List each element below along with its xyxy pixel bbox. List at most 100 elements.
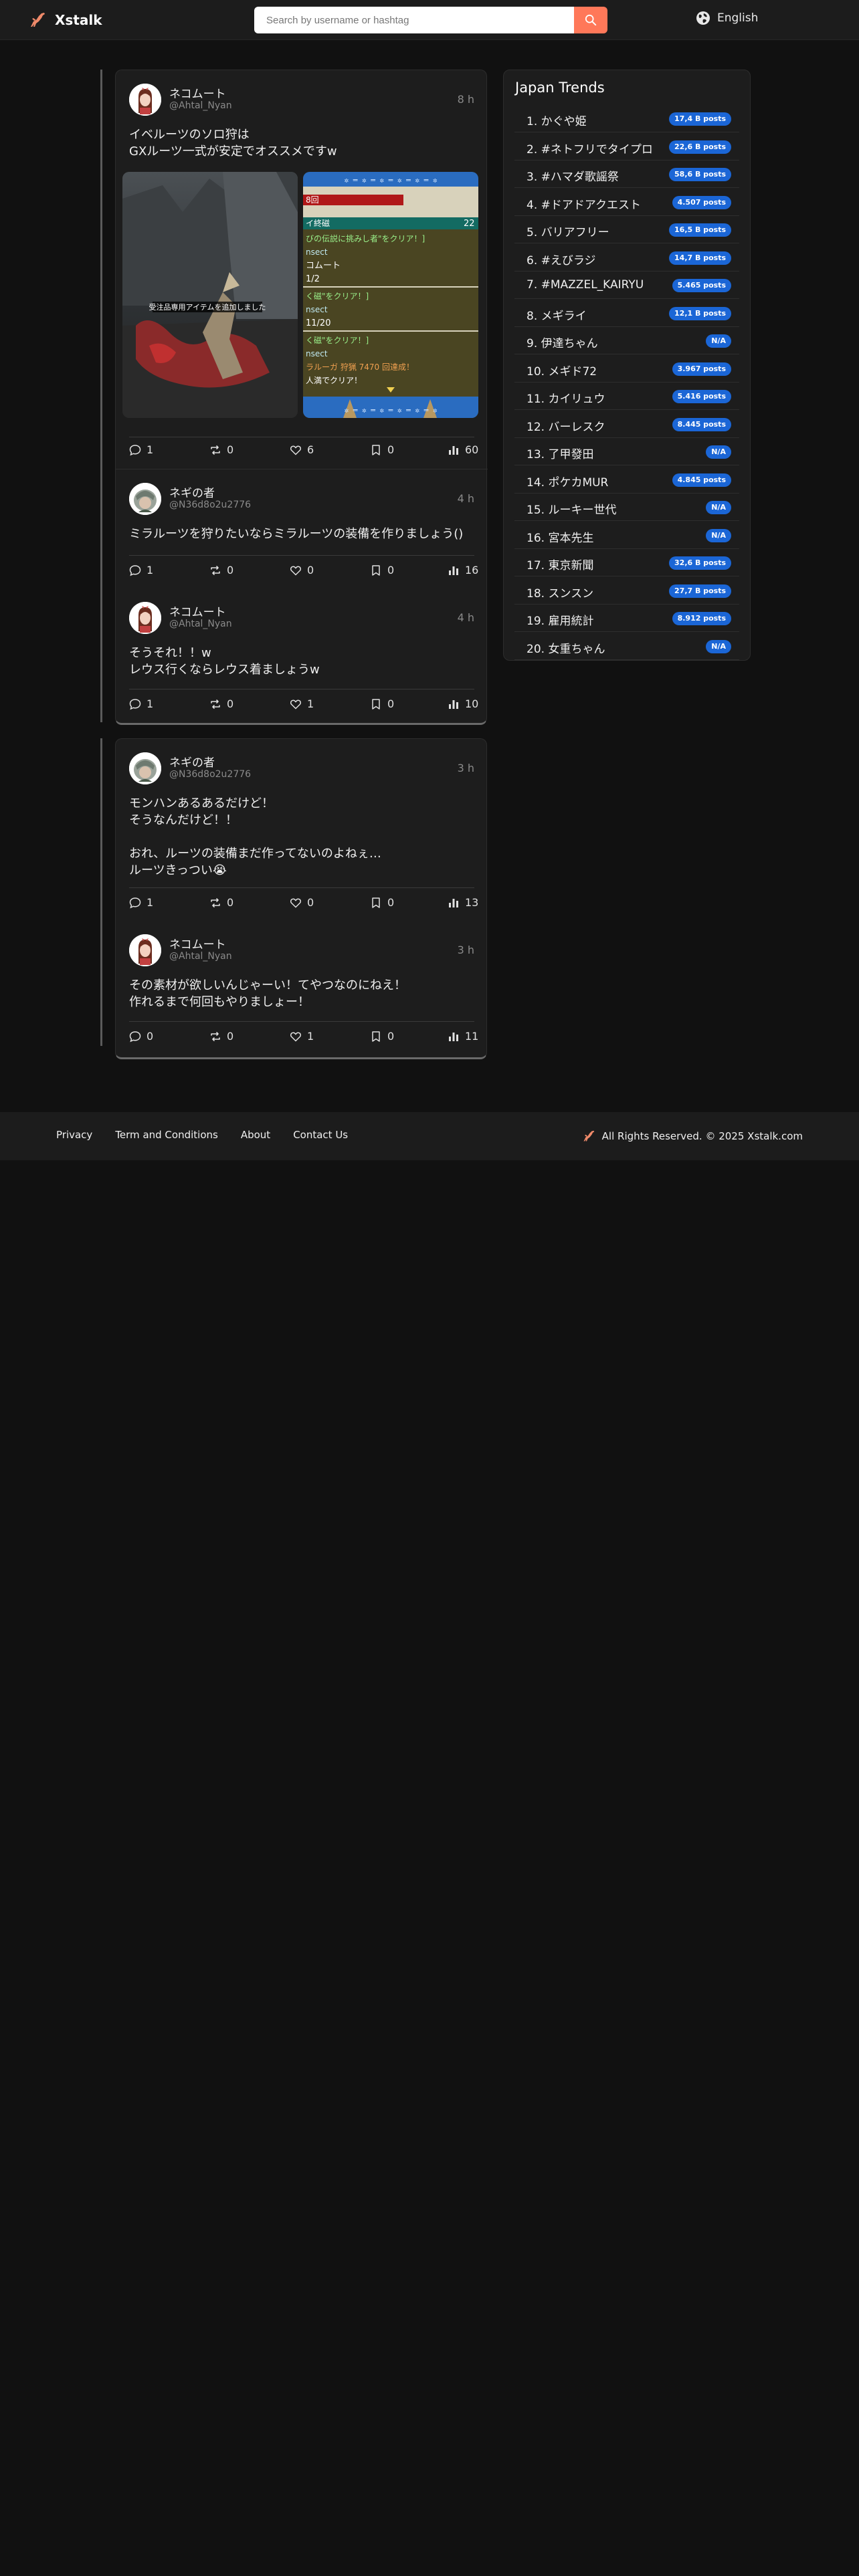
svg-text:びの伝説に挑みし者"をクリア！]: びの伝説に挑みし者"をクリア！] — [306, 233, 425, 243]
footer-link-contact[interactable]: Contact Us — [293, 1129, 348, 1141]
author-name[interactable]: ネコムート — [169, 603, 226, 619]
trend-item[interactable]: 11. カイリュウ 5.416 posts — [514, 383, 739, 410]
trend-item[interactable]: 7. #MAZZEL_KAIRYU 5.465 posts — [514, 272, 739, 299]
trend-count-badge: N/A — [706, 501, 731, 514]
trend-label: 17. 東京新聞 — [527, 559, 594, 572]
views-button[interactable]: 16 — [448, 564, 478, 576]
author-name[interactable]: ネコムート — [169, 935, 226, 952]
like-button[interactable]: 0 — [290, 564, 314, 576]
trend-item[interactable]: 6. #えびラジ 14,7 B posts — [514, 244, 739, 272]
post[interactable]: ネギの者 @N36d8o2u2776 4 h ミラルーツを狩りたいならミラルーツ… — [116, 469, 488, 588]
search-button[interactable] — [574, 7, 607, 33]
brand-logo[interactable]: Xstalk — [27, 9, 102, 31]
trend-item[interactable]: 16. 宮本先生 N/A — [514, 522, 739, 549]
like-button[interactable]: 6 — [290, 443, 314, 456]
like-button[interactable]: 1 — [290, 697, 314, 710]
avatar[interactable] — [129, 602, 161, 634]
trend-item[interactable]: 15. ルーキー世代 N/A — [514, 494, 739, 521]
heart-icon — [290, 699, 302, 710]
views-button[interactable]: 11 — [448, 1030, 478, 1043]
trend-item[interactable]: 10. メギド72 3.967 posts — [514, 355, 739, 383]
bookmark-icon — [372, 444, 380, 455]
post[interactable]: ネコムート @Ahtal_Nyan 8 h イベルーツのソロ狩は GXルーツ一式… — [116, 70, 488, 469]
reply-button[interactable]: 1 — [129, 697, 153, 710]
avatar[interactable] — [129, 934, 161, 966]
character-avatar-icon — [129, 483, 161, 515]
post[interactable]: ネコムート @Ahtal_Nyan 4 h そうそれ！！w レウス行くならレウス… — [116, 588, 488, 722]
author-handle[interactable]: @Ahtal_Nyan — [169, 951, 232, 962]
bookmark-button[interactable]: 0 — [370, 564, 394, 576]
repost-button[interactable]: 0 — [209, 443, 233, 456]
reply-button[interactable]: 1 — [129, 564, 153, 576]
trend-label: 5. バリアフリー — [527, 226, 609, 239]
footer-link-about[interactable]: About — [241, 1129, 270, 1141]
trend-item[interactable]: 1. かぐや姫 17,4 B posts — [514, 105, 739, 132]
trend-item[interactable]: 4. #ドアドアクエスト 4.507 posts — [514, 189, 739, 216]
reply-button[interactable]: 0 — [129, 1030, 153, 1043]
like-button[interactable]: 1 — [290, 1030, 314, 1043]
author-handle[interactable]: @Ahtal_Nyan — [169, 100, 232, 111]
post[interactable]: ネギの者 @N36d8o2u2776 3 h モンハンあるあるだけど！ そうなん… — [116, 739, 488, 921]
reply-button[interactable]: 1 — [129, 443, 153, 456]
post-time: 3 h — [457, 762, 474, 774]
trends-panel: Japan Trends 1. かぐや姫 17,4 B posts 2. #ネトフリ… — [503, 70, 751, 661]
trend-item[interactable]: 18. スンスン 27,7 B posts — [514, 577, 739, 605]
trend-item[interactable]: 2. #ネトフリでタイプロ 22,6 B posts — [514, 133, 739, 160]
trend-item[interactable]: 14. ポケカMUR 4.845 posts — [514, 466, 739, 494]
trend-label: 18. スンスン — [527, 586, 594, 601]
svg-text:nsect: nsect — [306, 305, 328, 314]
like-count: 0 — [307, 896, 314, 909]
post-image-2[interactable]: ✲ ═ ✲ ═ ✲ ═ ✲ ═ ✲ ═ ✲ 8回 イ終磁 22 びの伝説に挑みし… — [303, 172, 478, 418]
repost-icon — [211, 445, 220, 455]
bar-chart-icon — [449, 566, 458, 575]
author-handle[interactable]: @Ahtal_Nyan — [169, 619, 232, 629]
trend-item[interactable]: 19. 雇用統計 8.912 posts — [514, 605, 739, 632]
thread-line — [100, 738, 102, 1046]
post-actions: 1 0 1 0 10 — [129, 697, 478, 714]
trend-label: 8. メギライ — [527, 309, 587, 323]
author-handle[interactable]: @N36d8o2u2776 — [169, 500, 251, 510]
reply-button[interactable]: 1 — [129, 896, 153, 909]
bookmark-button[interactable]: 0 — [370, 443, 394, 456]
footer-link-terms[interactable]: Term and Conditions — [115, 1129, 218, 1141]
repost-button[interactable]: 0 — [209, 697, 233, 710]
trend-count-badge: 3.967 posts — [672, 362, 731, 376]
trend-item[interactable]: 3. #ハマダ歌謡祭 58,6 B posts — [514, 160, 739, 188]
trend-item[interactable]: 20. 女重ちゃん N/A — [514, 633, 739, 660]
post-image-1[interactable]: 受注品専用アイテムを追加しました — [122, 172, 298, 418]
trend-count-badge: 16,5 B posts — [669, 223, 731, 237]
language-selector[interactable]: English — [696, 11, 758, 25]
like-button[interactable]: 0 — [290, 896, 314, 909]
views-button[interactable]: 60 — [448, 443, 478, 456]
search-input[interactable] — [254, 7, 574, 33]
game-result-screenshot-image: ✲ ═ ✲ ═ ✲ ═ ✲ ═ ✲ ═ ✲ 8回 イ終磁 22 びの伝説に挑みし… — [303, 172, 478, 418]
repost-icon — [211, 699, 220, 709]
avatar[interactable] — [129, 84, 161, 116]
views-button[interactable]: 13 — [448, 896, 478, 909]
repost-button[interactable]: 0 — [209, 896, 233, 909]
author-name[interactable]: ネコムート — [169, 84, 226, 101]
trend-item[interactable]: 12. バーレスク 8.445 posts — [514, 411, 739, 438]
trend-item[interactable]: 17. 東京新聞 32,6 B posts — [514, 549, 739, 576]
app-name: Xstalk — [55, 12, 102, 28]
author-name[interactable]: ネギの者 — [169, 753, 215, 770]
views-button[interactable]: 10 — [448, 697, 478, 710]
repost-button[interactable]: 0 — [209, 1030, 233, 1043]
post-text: ミラルーツを狩りたいならミラルーツの装備を作りましょう() — [129, 527, 464, 541]
bookmark-button[interactable]: 0 — [370, 896, 394, 909]
copyright-text: All Rights Reserved. © 2025 Xstalk.com — [601, 1130, 803, 1142]
trend-label: 7. #MAZZEL_KAIRYU — [527, 278, 644, 292]
avatar[interactable] — [129, 752, 161, 784]
trend-item[interactable]: 5. バリアフリー 16,5 B posts — [514, 216, 739, 243]
trend-item[interactable]: 8. メギライ 12,1 B posts — [514, 300, 739, 327]
trend-item[interactable]: 13. 了甲發田 N/A — [514, 438, 739, 465]
avatar[interactable] — [129, 483, 161, 515]
bookmark-button[interactable]: 0 — [370, 1030, 394, 1043]
author-name[interactable]: ネギの者 — [169, 484, 215, 500]
footer-link-privacy[interactable]: Privacy — [56, 1129, 92, 1141]
post[interactable]: ネコムート @Ahtal_Nyan 3 h その素材が欲しいんじゃーい！てやつな… — [116, 921, 488, 1057]
trend-item[interactable]: 9. 伊達ちゃん N/A — [514, 327, 739, 354]
repost-button[interactable]: 0 — [209, 564, 233, 576]
author-handle[interactable]: @N36d8o2u2776 — [169, 769, 251, 780]
bookmark-button[interactable]: 0 — [370, 697, 394, 710]
